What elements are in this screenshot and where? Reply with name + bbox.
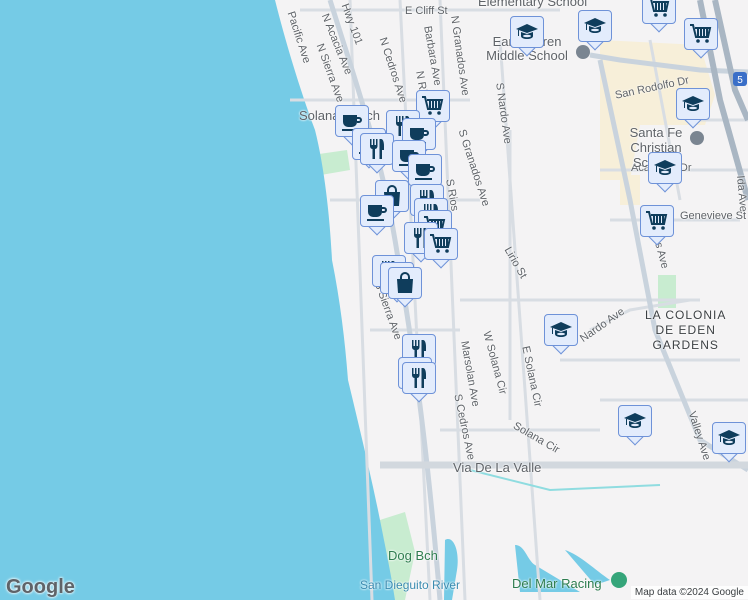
place-label[interactable]: Del Mar Racing	[512, 576, 602, 591]
interstate-5-shield: 5	[733, 72, 747, 86]
neighborhood-line: DE EDEN	[655, 323, 716, 337]
racing-poi-icon[interactable]	[611, 572, 627, 588]
restaurant-marker[interactable]	[360, 133, 394, 175]
school-icon	[717, 426, 741, 450]
school-marker[interactable]	[648, 152, 682, 194]
place-label[interactable]: Dog Bch	[388, 548, 438, 563]
grocery-icon	[689, 22, 713, 46]
street-label: Via De La Valle	[453, 460, 542, 475]
map-attribution[interactable]: Map data ©2024 Google	[630, 586, 748, 599]
google-logo: Google	[6, 576, 75, 598]
neighborhood-line: GARDENS	[652, 338, 719, 352]
neighborhood-line: LA COLONIA	[645, 308, 727, 322]
neighborhood-label: LA COLONIA DE EDEN GARDENS	[645, 308, 726, 353]
school-marker[interactable]	[544, 314, 578, 356]
school-icon	[623, 409, 647, 433]
cafe-icon	[413, 158, 437, 182]
street-label: Ida Ave	[734, 175, 748, 213]
school-marker[interactable]	[618, 405, 652, 447]
grocery-marker[interactable]	[684, 18, 718, 60]
svg-text:5: 5	[737, 75, 743, 86]
school-icon	[653, 156, 677, 180]
restaurant-marker[interactable]	[402, 362, 436, 404]
school-marker[interactable]	[578, 10, 612, 52]
school-icon	[681, 92, 705, 116]
shopping-marker[interactable]	[388, 267, 422, 309]
grocery-marker[interactable]	[424, 228, 458, 270]
grocery-icon	[647, 0, 671, 20]
street-label: E Cliff St	[405, 5, 448, 17]
school-icon	[583, 14, 607, 38]
grocery-icon	[429, 232, 453, 256]
restaurant-icon	[365, 137, 389, 161]
school-icon	[549, 318, 573, 342]
grocery-icon	[645, 209, 669, 233]
school-icon	[515, 20, 539, 44]
cafe-icon	[365, 199, 389, 223]
shopping-icon	[393, 271, 417, 295]
grocery-icon	[421, 94, 445, 118]
place-label[interactable]: San Dieguito River	[360, 578, 460, 592]
street-label: Genevieve St	[680, 210, 747, 222]
grocery-marker[interactable]	[640, 205, 674, 247]
place-label[interactable]: Elementary School	[478, 0, 587, 9]
school-marker[interactable]	[510, 16, 544, 58]
grocery-marker[interactable]	[642, 0, 676, 34]
cafe-marker[interactable]	[360, 195, 394, 237]
school-marker[interactable]	[712, 422, 746, 464]
restaurant-icon	[407, 366, 431, 390]
school-marker[interactable]	[676, 88, 710, 130]
